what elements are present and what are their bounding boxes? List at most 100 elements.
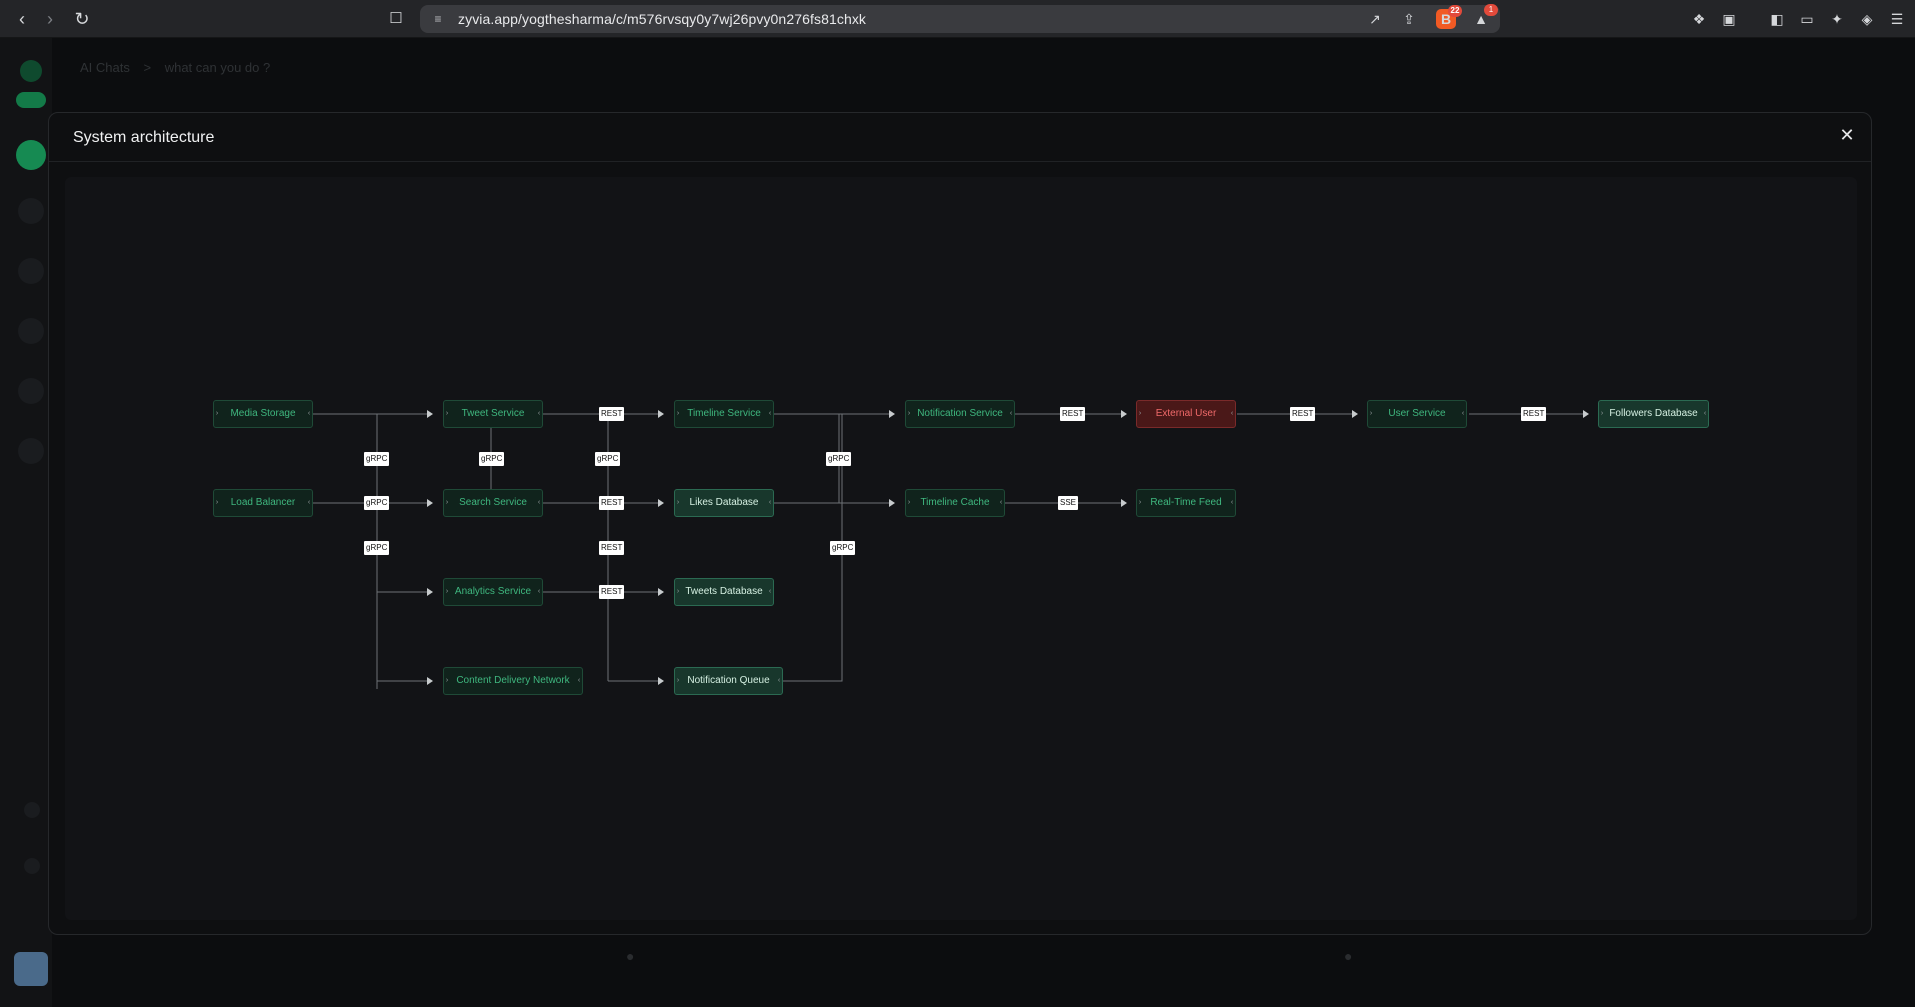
handle-out[interactable]: ‹ bbox=[1703, 410, 1707, 417]
handle-out[interactable]: ‹ bbox=[1230, 499, 1234, 506]
node-tweets-database[interactable]: › Tweets Database ‹ bbox=[674, 578, 774, 606]
node-user-service[interactable]: › User Service ‹ bbox=[1367, 400, 1467, 428]
handle-in[interactable]: › bbox=[445, 588, 449, 595]
tools-icon[interactable] bbox=[18, 318, 44, 344]
handle-in[interactable]: › bbox=[445, 410, 449, 417]
vpn-icon[interactable]: ◈ bbox=[1856, 8, 1878, 30]
back-icon[interactable]: ‹ bbox=[10, 7, 34, 31]
user-avatar[interactable] bbox=[14, 952, 48, 986]
handle-in[interactable]: › bbox=[215, 410, 219, 417]
new-chat-icon[interactable] bbox=[16, 92, 46, 108]
brave-shields-icon[interactable]: B 22 bbox=[1436, 5, 1462, 29]
handle-in[interactable]: › bbox=[215, 499, 219, 506]
mic-icon: ● bbox=[1344, 948, 1353, 964]
close-icon[interactable]: ✕ bbox=[1837, 125, 1857, 145]
breadcrumb-separator: > bbox=[143, 60, 152, 75]
handle-out[interactable]: ‹ bbox=[1009, 410, 1013, 417]
search-icon[interactable] bbox=[18, 198, 44, 224]
menu-icon[interactable]: ☰ bbox=[1886, 8, 1908, 30]
help-icon[interactable] bbox=[24, 858, 40, 874]
handle-out[interactable]: ‹ bbox=[537, 588, 541, 595]
site-settings-icon[interactable]: ≡ bbox=[430, 11, 446, 27]
handle-out[interactable]: ‹ bbox=[307, 410, 311, 417]
handle-in[interactable]: › bbox=[445, 677, 449, 684]
integrations-icon[interactable] bbox=[18, 438, 44, 464]
breadcrumb-root[interactable]: AI Chats bbox=[80, 60, 130, 75]
node-load-balancer[interactable]: › Load Balancer ‹ bbox=[213, 489, 313, 517]
handle-out[interactable]: ‹ bbox=[768, 410, 772, 417]
node-external-user[interactable]: › External User ‹ bbox=[1136, 400, 1236, 428]
handle-out[interactable]: ‹ bbox=[577, 677, 581, 684]
edge-label-grpc: gRPC bbox=[364, 541, 390, 555]
handle-in[interactable]: › bbox=[907, 499, 911, 506]
node-timeline-cache[interactable]: › Timeline Cache ‹ bbox=[905, 489, 1005, 517]
handle-in[interactable]: › bbox=[676, 677, 680, 684]
handle-in[interactable]: › bbox=[445, 499, 449, 506]
address-bar[interactable]: ≡ zyvia.app/yogthesharma/c/m576rvsqy0y7w… bbox=[420, 4, 1500, 33]
sidebar-icon[interactable]: ◧ bbox=[1766, 8, 1788, 30]
arrow-head bbox=[427, 499, 433, 507]
handle-in[interactable]: › bbox=[1369, 410, 1373, 417]
node-timeline-service[interactable]: › Timeline Service ‹ bbox=[674, 400, 774, 428]
forward-icon[interactable]: › bbox=[38, 7, 62, 31]
reload-icon[interactable]: ↻ bbox=[70, 7, 94, 31]
handle-out[interactable]: ‹ bbox=[537, 410, 541, 417]
handle-in[interactable]: › bbox=[1138, 410, 1142, 417]
handle-out[interactable]: ‹ bbox=[999, 499, 1003, 506]
handle-in[interactable]: › bbox=[676, 499, 680, 506]
brave-rewards-icon[interactable]: ▲ 1 bbox=[1470, 4, 1498, 30]
node-tweet-service[interactable]: › Tweet Service ‹ bbox=[443, 400, 543, 428]
edge-label-grpc: gRPC bbox=[595, 452, 621, 466]
arrow-head bbox=[427, 677, 433, 685]
handle-out[interactable]: ‹ bbox=[1461, 410, 1465, 417]
node-media-storage[interactable]: › Media Storage ‹ bbox=[213, 400, 313, 428]
edge-label-rest: REST bbox=[599, 496, 625, 510]
node-content-delivery-network[interactable]: › Content Delivery Network ‹ bbox=[443, 667, 583, 695]
url-text[interactable]: zyvia.app/yogthesharma/c/m576rvsqy0y7wj2… bbox=[458, 11, 866, 27]
node-label: Notification Service bbox=[917, 408, 1003, 419]
arrow-head bbox=[1121, 499, 1127, 507]
node-followers-database[interactable]: › Followers Database ‹ bbox=[1598, 400, 1709, 428]
node-label: Content Delivery Network bbox=[456, 675, 570, 686]
browser-toolbar: ‹ › ↻ ☐ ≡ zyvia.app/yogthesharma/c/m576r… bbox=[0, 0, 1915, 38]
handle-in[interactable]: › bbox=[676, 410, 680, 417]
edge-lines bbox=[313, 410, 1589, 689]
wallet-icon[interactable]: ▭ bbox=[1796, 8, 1818, 30]
handle-out[interactable]: ‹ bbox=[777, 677, 781, 684]
handle-out[interactable]: ‹ bbox=[768, 499, 772, 506]
app-sidebar bbox=[0, 38, 52, 1007]
diagram-canvas[interactable]: REST REST REST REST gRPC gRPC gRPC gRPC … bbox=[65, 177, 1857, 920]
handle-in[interactable]: › bbox=[907, 410, 911, 417]
node-notification-service[interactable]: › Notification Service ‹ bbox=[905, 400, 1015, 428]
node-label: Timeline Cache bbox=[920, 497, 990, 508]
edge-label-rest: REST bbox=[599, 585, 625, 599]
handle-out[interactable]: ‹ bbox=[768, 588, 772, 595]
reader-icon[interactable]: ▣ bbox=[1718, 8, 1740, 30]
chats-icon[interactable] bbox=[18, 258, 44, 284]
handle-out[interactable]: ‹ bbox=[307, 499, 311, 506]
settings-icon[interactable] bbox=[24, 802, 40, 818]
node-analytics-service[interactable]: › Analytics Service ‹ bbox=[443, 578, 543, 606]
handle-in[interactable]: › bbox=[1600, 410, 1604, 417]
node-likes-database[interactable]: › Likes Database ‹ bbox=[674, 489, 774, 517]
node-search-service[interactable]: › Search Service ‹ bbox=[443, 489, 543, 517]
arrow-head bbox=[889, 499, 895, 507]
edge-label-rest: REST bbox=[599, 407, 625, 421]
node-real-time-feed[interactable]: › Real-Time Feed ‹ bbox=[1136, 489, 1236, 517]
node-label: Notification Queue bbox=[687, 675, 770, 686]
leo-ai-icon[interactable]: ✦ bbox=[1826, 8, 1848, 30]
bookmark-icon[interactable]: ☐ bbox=[384, 7, 408, 31]
edge-label-rest: REST bbox=[1521, 407, 1547, 421]
node-label: External User bbox=[1155, 408, 1217, 419]
open-external-icon[interactable]: ↗ bbox=[1364, 8, 1386, 30]
handle-in[interactable]: › bbox=[676, 588, 680, 595]
share-icon[interactable]: ⇪ bbox=[1398, 8, 1420, 30]
handle-out[interactable]: ‹ bbox=[537, 499, 541, 506]
files-icon[interactable] bbox=[18, 378, 44, 404]
avatar[interactable] bbox=[16, 140, 46, 170]
handle-in[interactable]: › bbox=[1138, 499, 1142, 506]
handle-out[interactable]: ‹ bbox=[1230, 410, 1234, 417]
node-label: Load Balancer bbox=[230, 497, 296, 508]
node-notification-queue[interactable]: › Notification Queue ‹ bbox=[674, 667, 783, 695]
extensions-icon[interactable]: ❖ bbox=[1688, 8, 1710, 30]
